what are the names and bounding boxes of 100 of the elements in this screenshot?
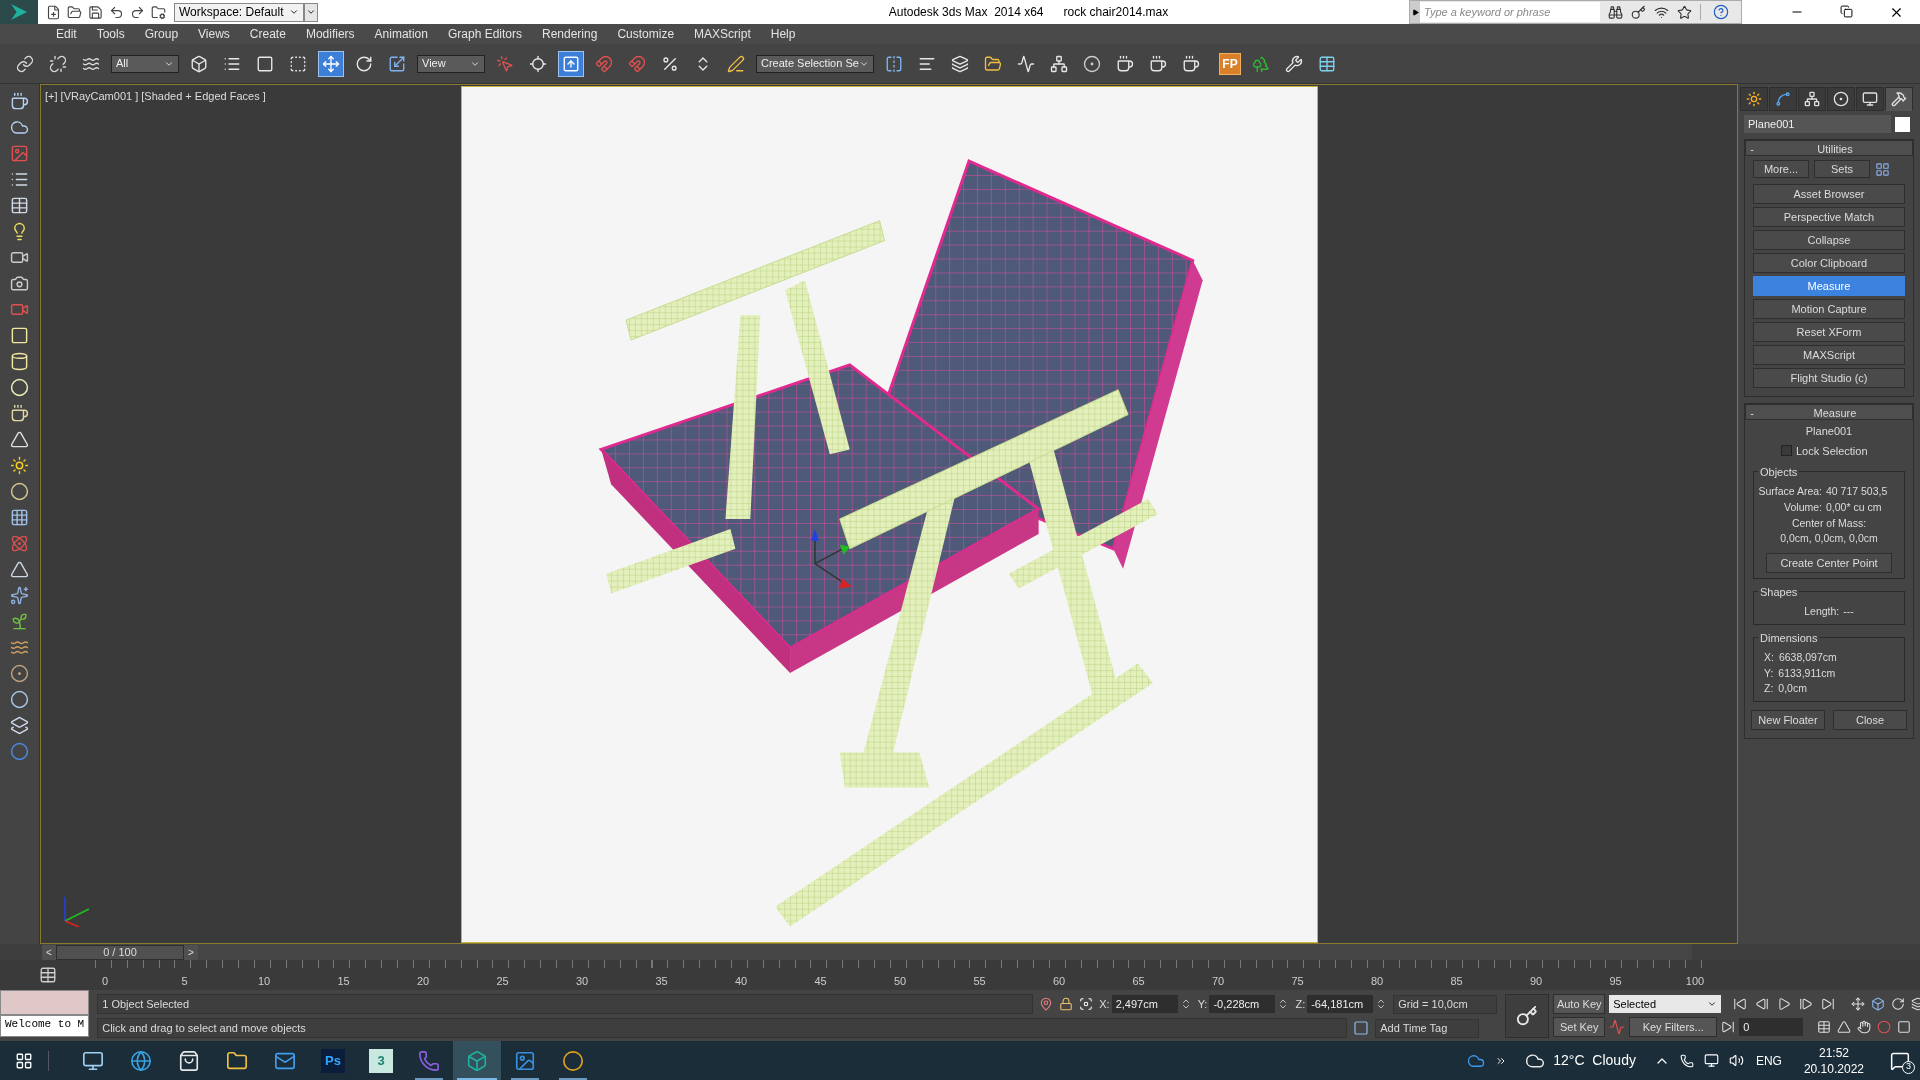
field-value: 0,0cm, 0,0cm, 0,0cm bbox=[1779, 531, 1879, 547]
taskbar-app[interactable]: 3 bbox=[357, 1041, 405, 1080]
ruler-label: 5 bbox=[181, 973, 188, 989]
ruler-label: 70 bbox=[1211, 973, 1225, 989]
set-key-button[interactable]: Set Key bbox=[1553, 1017, 1606, 1037]
file-name: rock chair2014.max bbox=[1063, 4, 1169, 21]
toolbar-dropdown[interactable]: All bbox=[111, 54, 179, 73]
utility-button[interactable]: Reset XForm bbox=[1753, 322, 1905, 342]
utility-button[interactable]: Color Clipboard bbox=[1753, 253, 1905, 273]
menu-item[interactable]: Modifiers bbox=[305, 25, 355, 43]
ruler-label: 45 bbox=[814, 973, 827, 989]
coord-label: X: bbox=[1099, 996, 1110, 1012]
dropdown-value: All bbox=[116, 56, 129, 72]
rollout-header[interactable]: - Utilities bbox=[1745, 140, 1913, 156]
ruler-label: 40 bbox=[734, 973, 748, 989]
utility-button[interactable]: Flight Studio (c) bbox=[1753, 368, 1905, 388]
ruler-label: 20 bbox=[416, 973, 430, 989]
ruler-label: 55 bbox=[973, 973, 986, 989]
key-mode-dropdown[interactable]: Selected bbox=[1609, 995, 1722, 1013]
ruler-label: 50 bbox=[893, 973, 907, 989]
field-label: Y: bbox=[1764, 665, 1774, 681]
utility-button[interactable]: Perspective Match bbox=[1753, 207, 1905, 227]
taskbar-app[interactable]: Ps bbox=[309, 1041, 357, 1080]
ruler-label: 30 bbox=[575, 973, 589, 989]
utility-button[interactable]: MAXScript bbox=[1753, 345, 1905, 365]
menu-item[interactable]: MAXScript bbox=[694, 25, 751, 43]
ruler-label: 95 bbox=[1609, 973, 1622, 989]
ruler-label: 15 bbox=[337, 973, 350, 989]
ruler-label: 90 bbox=[1529, 973, 1543, 989]
menu-item[interactable]: Help bbox=[770, 25, 796, 43]
workspace-label: Workspace: Default bbox=[179, 4, 284, 21]
workspace-dropdown[interactable]: Workspace: Default bbox=[174, 2, 304, 22]
listener-output[interactable]: Welcome to M bbox=[0, 1015, 90, 1037]
field-value: 0,0cm bbox=[1778, 681, 1807, 697]
ruler-label: 80 bbox=[1370, 973, 1384, 989]
time-tag-field[interactable]: Add Time Tag bbox=[1375, 1018, 1480, 1038]
utility-button[interactable]: Collapse bbox=[1753, 230, 1905, 250]
coord-field[interactable]: -64,181cm bbox=[1307, 995, 1374, 1013]
dropdown-value: View bbox=[422, 56, 446, 72]
utility-button[interactable]: Measure bbox=[1753, 276, 1905, 296]
ruler-label: 10 bbox=[257, 973, 271, 989]
language-indicator[interactable]: ENG bbox=[1755, 1051, 1782, 1070]
next-frame-button[interactable]: > bbox=[184, 944, 198, 960]
more-button[interactable]: More... bbox=[1753, 160, 1809, 178]
field-value: --- bbox=[1843, 604, 1854, 619]
grid-size: Grid = 10,0cm bbox=[1393, 994, 1498, 1014]
sets-button[interactable]: Sets bbox=[1814, 160, 1870, 178]
menu-item[interactable]: Graph Editors bbox=[447, 25, 522, 43]
app-icon[interactable]: Ps bbox=[321, 1048, 345, 1073]
rollout-header[interactable]: - Measure bbox=[1745, 404, 1913, 420]
ruler-label: 60 bbox=[1052, 973, 1066, 989]
toolbar-dropdown[interactable]: Create Selection Se bbox=[756, 54, 874, 73]
menu-item[interactable]: Tools bbox=[96, 25, 125, 43]
notification-count: 3 bbox=[1902, 1060, 1915, 1074]
field-label: Length: bbox=[1804, 604, 1840, 619]
field-value: 0,00* cu cm bbox=[1826, 499, 1882, 515]
ruler-label: 85 bbox=[1450, 973, 1463, 989]
menu-item[interactable]: Views bbox=[198, 25, 230, 43]
time-slider-track[interactable]: < 0 / 100 > bbox=[42, 944, 1692, 960]
ruler-label: 35 bbox=[655, 973, 668, 989]
frame-field[interactable]: 0 bbox=[1739, 1018, 1804, 1036]
selection-status: 1 Object Selected bbox=[97, 994, 1034, 1014]
menu-item[interactable]: Customize bbox=[617, 25, 675, 43]
menu-item[interactable]: Create bbox=[249, 25, 286, 43]
coord-label: Z: bbox=[1295, 996, 1306, 1012]
field-label: X: bbox=[1764, 649, 1774, 665]
field-label: Volume: bbox=[1783, 499, 1823, 515]
weather-text[interactable]: 12°C Cloudy bbox=[1553, 1050, 1636, 1071]
utility-button[interactable]: Asset Browser bbox=[1753, 184, 1905, 204]
coord-field[interactable]: -0,228cm bbox=[1209, 995, 1276, 1013]
panel-button[interactable]: New Floater bbox=[1751, 710, 1825, 730]
menu-item[interactable]: Rendering bbox=[542, 25, 598, 43]
field-label: Surface Area: bbox=[1758, 484, 1823, 499]
menu-item[interactable]: Edit bbox=[56, 25, 77, 43]
ruler-label: 75 bbox=[1291, 973, 1304, 989]
key-filters-button[interactable]: Key Filters... bbox=[1629, 1017, 1718, 1037]
prompt-text: Click and drag to select and move objects bbox=[97, 1018, 1348, 1038]
prev-frame-button[interactable]: < bbox=[42, 944, 56, 960]
toolbar-dropdown[interactable]: View bbox=[417, 54, 485, 73]
panel-button[interactable]: Close bbox=[1833, 710, 1907, 730]
field-label: Z: bbox=[1764, 681, 1774, 697]
object-name: Plane001 bbox=[1804, 424, 1854, 439]
ruler-label: 65 bbox=[1132, 973, 1145, 989]
field-value: 40 717 503,5 bbox=[1826, 484, 1888, 499]
coord-field[interactable]: 2,497cm bbox=[1111, 995, 1178, 1013]
dropdown-value: Selected bbox=[1613, 996, 1656, 1012]
clock[interactable]: 21:52 20.10.2022 bbox=[1803, 1044, 1864, 1077]
create-center-point-button[interactable]: Create Center Point bbox=[1766, 553, 1892, 574]
auto-key-button[interactable]: Auto Key bbox=[1553, 994, 1606, 1014]
menu-item[interactable]: Animation bbox=[374, 25, 428, 43]
dropdown-value: Create Selection Se bbox=[761, 56, 859, 72]
time-slider[interactable]: < 0 / 100 > bbox=[42, 944, 198, 960]
menu-item[interactable]: Group bbox=[144, 25, 179, 43]
app-icon[interactable]: 3 bbox=[369, 1048, 393, 1073]
window-title: Autodesk 3ds Max 2014 x64 bbox=[888, 4, 1044, 21]
object-name-field[interactable]: Plane001 bbox=[1744, 115, 1891, 133]
utility-button[interactable]: Motion Capture bbox=[1753, 299, 1905, 319]
viewport-label[interactable]: [+] [VRayCam001 ] [Shaded + Edged Faces ] bbox=[45, 88, 266, 105]
ruler-label: 100 bbox=[1685, 973, 1705, 989]
ruler-label: 0 bbox=[101, 973, 109, 989]
